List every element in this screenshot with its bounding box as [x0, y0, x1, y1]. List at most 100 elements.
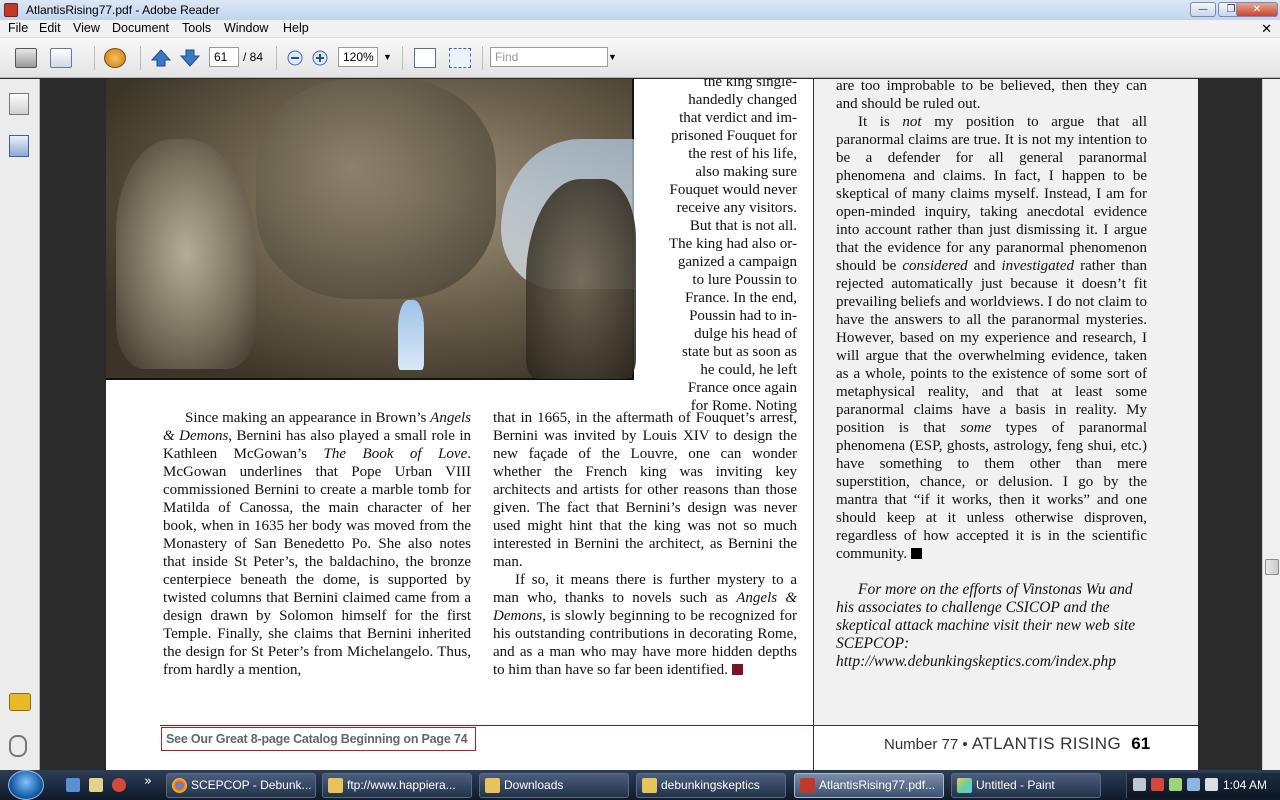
folder-icon: [328, 778, 343, 793]
taskbar-item-debunkingskeptics[interactable]: debunkingskeptics: [636, 773, 786, 798]
page-total: / 84: [243, 50, 264, 64]
toolbar-separator: [276, 46, 277, 70]
toolbar-separator: [402, 46, 403, 70]
article-end-mark-icon: [911, 548, 923, 559]
comments-icon[interactable]: [9, 693, 31, 711]
column-1-paragraph: Since making an appearance in Brown’s An…: [163, 410, 472, 678]
clock[interactable]: 1:04 AM: [1223, 778, 1267, 792]
toolbar: 61 / 84 120% ▼ Find ▼: [0, 38, 1280, 78]
catalog-banner: See Our Great 8-page Catalog Beginning o…: [161, 727, 476, 751]
title-bar: AtlantisRising77.pdf - Adobe Reader — ❐ …: [0, 0, 1280, 20]
fit-page-icon[interactable]: [414, 48, 436, 68]
taskbar-item-adobe-reader[interactable]: AtlantisRising77.pdf...: [794, 773, 944, 798]
footer-rule: [814, 725, 1198, 726]
wrap-line: The king had also or-: [669, 236, 797, 252]
find-input[interactable]: Find: [490, 47, 608, 67]
wrap-line: Fouquet would never: [669, 182, 797, 198]
wrap-line: But that is not all.: [689, 218, 797, 234]
menu-help[interactable]: Help: [281, 21, 311, 35]
display-icon[interactable]: [1187, 778, 1200, 791]
footer-rule: [160, 725, 814, 726]
attachments-panel-icon[interactable]: [9, 135, 29, 157]
photo-statue-center: [256, 79, 496, 299]
sidebar-note: For more on the efforts of Vinstonas Wu …: [836, 581, 1136, 670]
menu-edit[interactable]: Edit: [37, 21, 63, 35]
wrap-line: prisoned Fouquet for: [671, 128, 797, 144]
explorer-quicklaunch-icon[interactable]: [89, 778, 103, 792]
article-column-3: are too improbable to be believed, then …: [836, 79, 1147, 671]
photo-statue-left: [116, 139, 256, 369]
menu-document[interactable]: Document: [110, 21, 171, 35]
zoom-level-select[interactable]: 120%: [338, 47, 378, 67]
menu-view[interactable]: View: [71, 21, 102, 35]
toolbar-separator: [482, 46, 483, 70]
article-end-mark-icon: [731, 664, 743, 675]
taskbar-item-chrome[interactable]: SCEPCOP - Debunk...: [166, 773, 316, 798]
taskbar-item-downloads[interactable]: Downloads: [479, 773, 629, 798]
window-title: AtlantisRising77.pdf - Adobe Reader: [26, 3, 220, 17]
wrap-line: he could, he left: [700, 362, 797, 378]
email-icon[interactable]: [50, 48, 72, 68]
quicklaunch-overflow-icon[interactable]: »: [144, 774, 152, 789]
show-desktop-icon[interactable]: [66, 778, 80, 792]
document-close-icon[interactable]: ✕: [1261, 21, 1272, 37]
issue-footer: Number 77 • ATLANTIS RISING 61: [884, 734, 1150, 754]
photo-statue-right: [526, 179, 636, 379]
wrap-line: handedly changed: [688, 92, 797, 108]
adobe-reader-icon: [4, 3, 18, 17]
toolbar-separator: [140, 46, 141, 70]
start-button[interactable]: [8, 770, 44, 800]
find-options-chevron-icon[interactable]: ▼: [608, 52, 617, 62]
column-3-paragraph-0: are too improbable to be believed, then …: [836, 79, 1147, 112]
taskbar-item-paint[interactable]: Untitled - Paint: [951, 773, 1101, 798]
print-icon[interactable]: [15, 48, 37, 68]
wrap-line: also making sure: [695, 164, 797, 180]
document-viewport[interactable]: the king single- handedly changed that v…: [41, 79, 1262, 770]
pdf-page: the king single- handedly changed that v…: [106, 79, 1198, 770]
column-2-paragraph-1: that in 1665, in the aftermath of Fouque…: [493, 410, 797, 570]
menu-window[interactable]: Window: [222, 21, 270, 35]
page-number-input[interactable]: 61: [209, 47, 239, 67]
full-screen-icon[interactable]: [449, 48, 471, 68]
article-column-2: that in 1665, in the aftermath of Fouque…: [493, 409, 797, 679]
close-button[interactable]: ✕: [1236, 2, 1278, 17]
next-page-icon[interactable]: [179, 48, 201, 68]
taskbar: » SCEPCOP - Debunk... ftp://www.happiera…: [0, 770, 1280, 800]
zoom-out-icon[interactable]: [284, 48, 306, 68]
pdf-icon: [800, 778, 815, 793]
scrollbar-thumb[interactable]: [1265, 559, 1279, 575]
issue-number: Number 77: [884, 736, 959, 753]
navigation-panel: [0, 79, 40, 770]
volume-icon[interactable]: [1205, 778, 1218, 791]
magazine-name: ATLANTIS RISING: [971, 734, 1122, 753]
paperclip-icon[interactable]: [9, 735, 27, 757]
photo-sky-gap: [398, 300, 424, 370]
menu-file[interactable]: File: [6, 21, 30, 35]
tray-app-icon[interactable]: [1151, 778, 1164, 791]
wrap-line: France once again: [687, 380, 797, 396]
wrap-line: ganized a campaign: [677, 254, 797, 270]
vertical-scrollbar[interactable]: [1262, 79, 1280, 770]
previous-page-icon[interactable]: [150, 48, 172, 68]
quicklaunch-app-icon[interactable]: [112, 778, 126, 792]
zoom-in-icon[interactable]: [309, 48, 331, 68]
wrap-line: France. In the end,: [684, 290, 797, 306]
menu-tools[interactable]: Tools: [180, 21, 213, 35]
wrap-line: the king single-: [703, 79, 797, 90]
paint-icon: [957, 778, 972, 793]
folder-icon: [485, 778, 500, 793]
minimize-button[interactable]: —: [1190, 2, 1216, 17]
wrap-line: the rest of his life,: [688, 146, 797, 162]
wrap-line: to lure Poussin to: [692, 272, 797, 288]
menu-bar: File Edit View Document Tools Window Hel…: [0, 20, 1280, 38]
zoom-dropdown-chevron-icon[interactable]: ▼: [383, 52, 392, 62]
collaborate-icon[interactable]: [104, 48, 126, 68]
taskbar-item-ftp-folder[interactable]: ftp://www.happiera...: [322, 773, 472, 798]
network-icon[interactable]: [1169, 778, 1182, 791]
wrap-line: Poussin had to in-: [689, 308, 797, 324]
tray-expand-icon[interactable]: [1133, 778, 1146, 791]
pages-panel-icon[interactable]: [9, 93, 29, 115]
page-number: 61: [1131, 734, 1151, 753]
wrap-line: receive any visitors.: [676, 200, 797, 216]
toolbar-separator: [94, 46, 95, 70]
